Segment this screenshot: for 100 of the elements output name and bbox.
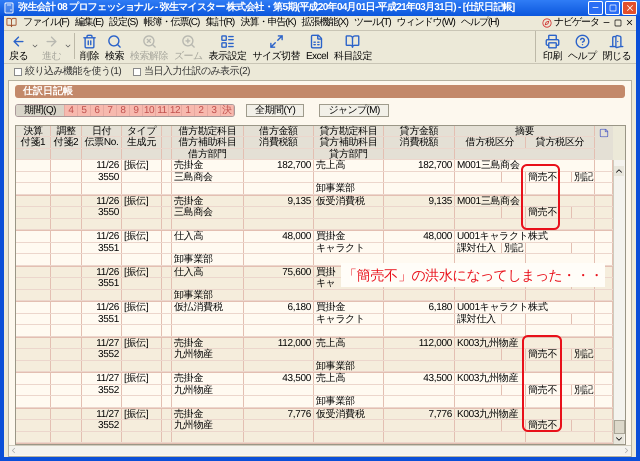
column-header: 貸方勘定科目 xyxy=(314,126,384,136)
table-cell: 仮受消費税 xyxy=(314,408,384,419)
table-cell: 別記 xyxy=(572,349,595,360)
toolbar-button[interactable]: 全期間(Y) xyxy=(246,104,304,117)
menu-item[interactable]: ツール(T) xyxy=(354,16,391,28)
column-header: 付箋1 xyxy=(16,137,51,148)
table-cell: [振伝] xyxy=(122,231,162,242)
option-checkbox[interactable]: 絞り込み機能を使う(1) xyxy=(14,64,122,79)
table-cell: 43,500 xyxy=(244,373,314,384)
toolbar-button[interactable]: サイズ切替 xyxy=(250,30,303,62)
menu-item[interactable]: 決算・申告(K) xyxy=(240,16,296,28)
table-cell: 182,700 xyxy=(244,160,314,170)
toolbar-button[interactable]: 表示設定 xyxy=(206,30,250,62)
table-cell: 仕入高 xyxy=(172,231,244,242)
table-cell: U001キャラクト株式 xyxy=(455,302,595,312)
table-cell: 売上高 xyxy=(314,338,384,348)
column-header: 生成元 xyxy=(122,137,162,148)
table-cell: 卸事業部 xyxy=(314,183,384,194)
table-cell: 売上高 xyxy=(314,373,384,384)
table-cell: 11/27 xyxy=(82,373,122,384)
table-cell: 43,500 xyxy=(384,373,455,384)
table-cell: 売掛金 xyxy=(172,338,244,348)
table-cell: 三島商会 xyxy=(172,207,244,218)
navigator-button[interactable]: ナビゲータ xyxy=(542,15,599,30)
table-cell: 7,776 xyxy=(244,408,314,419)
table-cell: 182,700 xyxy=(384,160,455,170)
toolbar-button[interactable]: 戻る xyxy=(6,30,31,62)
table-cell: [振伝] xyxy=(122,196,162,206)
menu-item[interactable]: ヘルプ(H) xyxy=(460,16,499,28)
table-cell: 売掛金 xyxy=(172,196,244,206)
table-cell: 別記 xyxy=(572,384,595,395)
column-header: 借方金額 xyxy=(244,126,314,136)
menu-item[interactable]: 帳簿・伝票(C) xyxy=(143,16,200,28)
table-cell: 112,000 xyxy=(384,338,455,348)
table-cell: [振伝] xyxy=(122,266,162,277)
table-cell: 11/26 xyxy=(82,302,122,312)
column-header: 付箋2 xyxy=(51,137,82,148)
table-cell: 仕入高 xyxy=(172,266,244,277)
period-tab[interactable]: 期間(Q) xyxy=(16,105,65,116)
table-cell: 別記 xyxy=(572,172,595,182)
table-cell: M001三島商会 xyxy=(455,160,595,170)
table-cell: K003九州物産 xyxy=(455,338,595,348)
column-header: 借方部門 xyxy=(172,148,244,159)
menu-item[interactable]: 編集(E) xyxy=(74,16,104,28)
table-cell: [振伝] xyxy=(122,160,162,170)
column-header: 調整 xyxy=(51,126,82,136)
table-cell: 75,600 xyxy=(244,266,314,277)
table-cell: 仮受消費税 xyxy=(314,196,384,206)
toolbar-button[interactable]: ヘルプ xyxy=(565,30,600,62)
toolbar-button[interactable]: 科目設定 xyxy=(330,30,375,62)
table-cell: 7,776 xyxy=(384,408,455,419)
table-cell: 三島商会 xyxy=(172,172,244,182)
column-header: 消費税額 xyxy=(384,137,455,148)
toolbar-button[interactable]: 検索 xyxy=(102,30,127,62)
table-cell: 九州物産 xyxy=(172,384,244,395)
table-cell: 6,180 xyxy=(384,302,455,312)
column-header: 借方税区分 xyxy=(455,137,526,148)
table-cell: 卸事業部 xyxy=(172,290,244,300)
menu-item[interactable]: 集計(R) xyxy=(205,16,234,28)
table-cell: 簡売不 xyxy=(526,349,572,360)
table-cell: [振伝] xyxy=(122,408,162,419)
toolbar-button[interactable]: 削除 xyxy=(77,30,102,62)
table-cell: 買掛金 xyxy=(314,231,384,242)
table-cell: 9,135 xyxy=(384,196,455,206)
table-cell: 仮払消費税 xyxy=(172,302,244,312)
table-cell: 112,000 xyxy=(244,338,314,348)
toolbar-button[interactable]: ジャンプ(M) xyxy=(319,104,389,117)
toolbar-button[interactable]: 印刷 xyxy=(540,30,565,62)
table-cell: 売掛金 xyxy=(172,408,244,419)
menu-item[interactable]: ウィンドウ(W) xyxy=(396,16,455,28)
option-checkbox[interactable]: 当日入力仕訳のみ表示(2) xyxy=(133,64,250,79)
column-header: 決算 xyxy=(16,126,51,136)
table-cell: 別記 xyxy=(502,242,526,253)
table-cell: 簡売不 xyxy=(526,207,572,218)
table-cell: 11/27 xyxy=(82,408,122,419)
menu-item[interactable]: ファイル(F) xyxy=(23,16,69,28)
menu-item[interactable]: 拡張機能(X) xyxy=(302,16,348,28)
table-cell: [振伝] xyxy=(122,338,162,348)
table-cell: 売掛金 xyxy=(172,160,244,170)
section-header: 仕訳日記帳 xyxy=(15,84,625,98)
menu-item[interactable]: 設定(S) xyxy=(109,16,138,28)
table-cell: キャラクト xyxy=(314,314,384,324)
table-cell: 3550 xyxy=(82,207,122,218)
table-cell: [振伝] xyxy=(122,302,162,312)
table-cell: [振伝] xyxy=(122,373,162,384)
toolbar-button[interactable]: 閉じる xyxy=(600,30,634,62)
column-header: 日付 xyxy=(82,126,122,136)
table-cell: 3551 xyxy=(82,278,122,288)
column-header: 貸方税区分 xyxy=(526,137,595,148)
column-header: 消費税額 xyxy=(244,137,314,148)
table-cell: 6,180 xyxy=(244,302,314,312)
table-cell: 簡売不 xyxy=(526,384,572,395)
table-cell: 売掛金 xyxy=(172,373,244,384)
annotation-text: 「簡売不」の洪水になってしまった・・・ xyxy=(341,263,606,287)
toolbar-button[interactable]: Excel xyxy=(303,30,331,62)
table-cell: 11/26 xyxy=(82,266,122,277)
table-cell: 3552 xyxy=(82,384,122,395)
table-cell: 簡売不 xyxy=(526,420,572,430)
table-cell: 3550 xyxy=(82,172,122,182)
table-cell: 卸事業部 xyxy=(314,396,384,406)
